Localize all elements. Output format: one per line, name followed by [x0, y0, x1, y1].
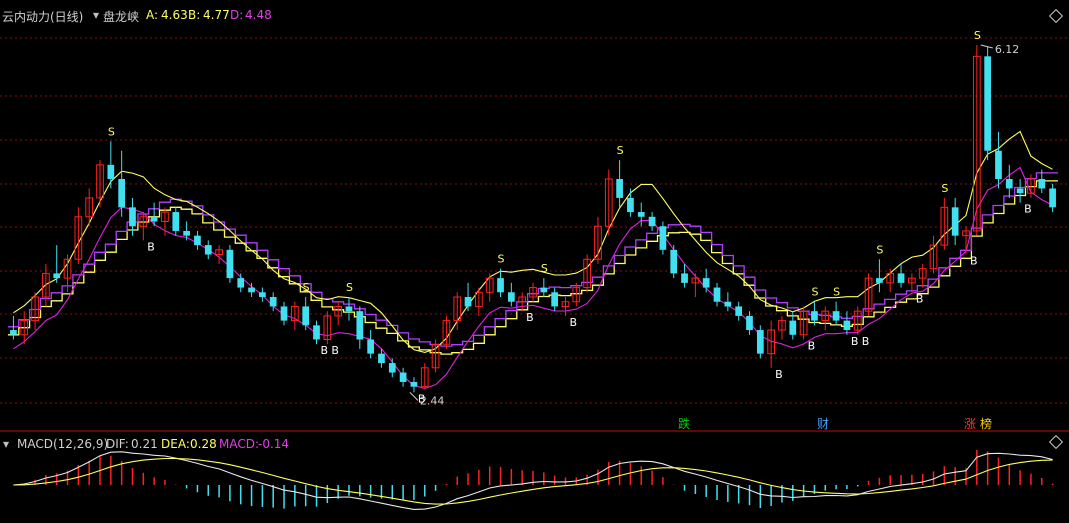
sell-signal-80: S — [876, 243, 883, 256]
candle-body-93 — [1016, 188, 1024, 194]
news-tag-3: 榜 — [980, 416, 992, 431]
candle-body-42 — [464, 297, 472, 307]
candle-body-57 — [627, 197, 634, 213]
candle-body-33 — [367, 339, 374, 354]
candle-body-58 — [637, 212, 645, 217]
buy-signal-78: B — [862, 335, 870, 348]
candle-body-15 — [172, 212, 180, 231]
candle-body-90 — [984, 56, 991, 151]
candle-body-96 — [1049, 188, 1056, 208]
sell-signal-76: S — [833, 286, 840, 299]
candle-body-18 — [204, 245, 212, 255]
candle-body-9 — [107, 164, 115, 180]
news-tag-0: 跌 — [678, 416, 690, 431]
candle-body-45 — [497, 278, 504, 293]
candle-body-32 — [356, 311, 364, 340]
candle-body-80 — [876, 278, 883, 283]
candle-body-65 — [713, 287, 721, 302]
candle-body-95 — [1038, 179, 1046, 189]
buy-signal-37: B — [418, 392, 426, 405]
sell-signal-31: S — [346, 281, 353, 294]
candle-body-20 — [226, 249, 234, 279]
candle-body-37 — [410, 381, 418, 387]
candle-body-87 — [951, 207, 959, 236]
candle-body-21 — [237, 278, 245, 288]
candle-body-13 — [150, 216, 158, 222]
high-pointer — [980, 44, 993, 49]
low-pointer — [409, 391, 419, 401]
candle-body-64 — [702, 278, 710, 288]
candle-body-76 — [832, 311, 840, 321]
news-tag-1: 财 — [817, 417, 829, 431]
buy-signal-83: B — [916, 292, 924, 305]
buy-signal-77: B — [851, 335, 859, 348]
buy-signal-88: B — [970, 255, 978, 268]
stair-line-yellow — [8, 180, 1058, 355]
macd-chart — [13, 450, 1054, 510]
candle-body-91 — [995, 150, 1002, 180]
sell-signal-45: S — [498, 253, 505, 266]
candle-body-4 — [53, 273, 61, 279]
candle-body-62 — [681, 273, 688, 283]
candlestick-chart: 6.122.44SBSB BSBSBSBSBBS SB BSBSBSB跌财涨榜 — [0, 29, 1069, 432]
candle-body-36 — [399, 372, 407, 382]
candle-body-25 — [280, 306, 288, 321]
sell-signal-86: S — [941, 182, 948, 195]
candle-body-66 — [724, 301, 732, 307]
sell-signal-27: S — [303, 281, 310, 294]
buy-signal-73: B — [808, 339, 816, 352]
candle-body-92 — [1005, 179, 1013, 189]
candle-body-23 — [259, 292, 266, 298]
sell-signal-49: S — [541, 262, 548, 275]
candle-body-68 — [746, 315, 753, 331]
sell-signal-74: S — [811, 286, 818, 299]
candle-body-69 — [756, 330, 764, 354]
buy-signal-28: B — [321, 344, 329, 357]
candle-body-34 — [378, 353, 385, 364]
candle-body-22 — [248, 287, 255, 293]
candle-body-35 — [388, 363, 396, 373]
sell-signal-9: S — [108, 125, 115, 138]
candle-body-16 — [183, 230, 190, 236]
candle-body-17 — [194, 235, 201, 246]
candle-body-27 — [302, 306, 310, 326]
candle-body-77 — [843, 320, 851, 331]
candle-body-46 — [507, 292, 515, 302]
buy-signal-93: B — [1024, 203, 1032, 216]
candle-body-0 — [10, 330, 17, 335]
candle-body-72 — [789, 320, 797, 335]
buy-signal-47: B — [526, 311, 534, 324]
sell-signal-89: S — [974, 29, 981, 42]
sell-signal-56: S — [617, 144, 624, 157]
buy-signal-29: B — [331, 344, 339, 357]
high-label: 6.12 — [995, 43, 1020, 56]
buy-signal-70: B — [775, 368, 783, 381]
candle-body-74 — [811, 311, 818, 321]
candle-body-31 — [345, 306, 353, 312]
candle-body-60 — [659, 226, 667, 250]
candle-body-50 — [551, 292, 559, 307]
candle-body-28 — [313, 325, 320, 340]
band-lower-line — [13, 166, 1053, 389]
news-tag-2: 涨 — [964, 416, 976, 431]
buy-signal-51: B — [569, 316, 577, 329]
candle-body-49 — [540, 287, 548, 293]
candle-body-24 — [269, 297, 277, 307]
buy-signal-12: B — [147, 240, 155, 253]
candle-body-67 — [735, 306, 743, 316]
candle-body-56 — [616, 179, 623, 198]
candle-body-59 — [648, 216, 656, 227]
candle-body-82 — [897, 273, 905, 283]
candle-body-61 — [670, 249, 678, 274]
candle-body-11 — [129, 207, 136, 227]
candle-body-10 — [118, 179, 126, 208]
